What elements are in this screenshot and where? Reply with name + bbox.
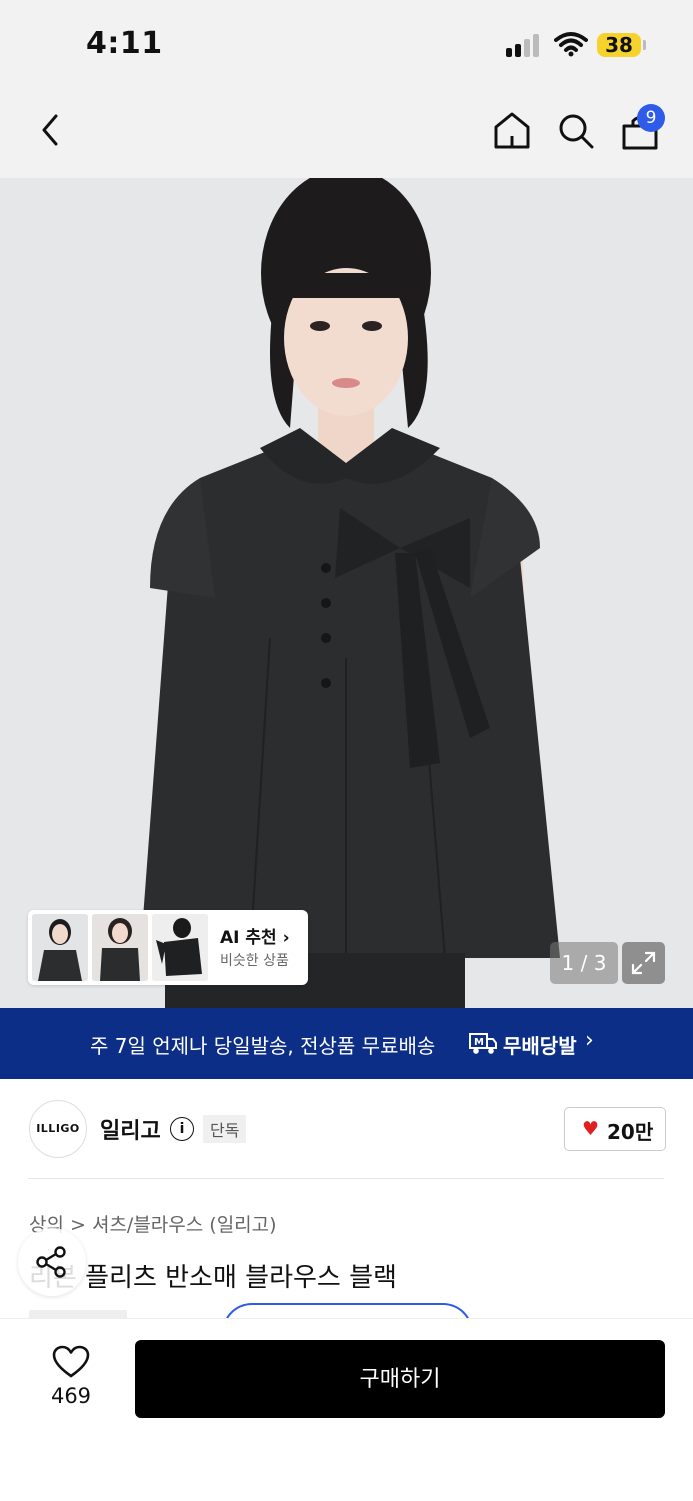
ai-recommendation-card[interactable]: AI 추천 › 비슷한 상품 <box>28 910 308 985</box>
info-icon[interactable]: i <box>170 1117 194 1141</box>
wifi-icon <box>554 32 588 57</box>
delivery-truck-icon: M <box>469 1033 497 1054</box>
buy-button[interactable]: 구매하기 <box>135 1340 665 1418</box>
ai-thumbnail-1[interactable] <box>32 914 88 981</box>
brand-logo[interactable]: ILLIGO <box>29 1100 87 1158</box>
product-image[interactable] <box>0 178 693 1008</box>
wish-count: 469 <box>50 1384 92 1408</box>
exclusive-badge: 단독 <box>203 1115 247 1143</box>
brand-like-count: 20만 <box>607 1120 654 1144</box>
product-photo-illustration <box>0 178 693 1008</box>
brand-like-button[interactable]: ♥ 20만 <box>564 1107 666 1151</box>
share-icon <box>36 1246 66 1278</box>
shipping-banner[interactable]: 주 7일 언제나 당일발송, 전상품 무료배송 M 무배당발 › <box>0 1008 693 1079</box>
status-time: 4:11 <box>86 26 163 61</box>
brand-logo-text: ILLIGO <box>36 1122 80 1135</box>
battery-icon: 38 <box>597 33 641 57</box>
svg-text:M: M <box>474 1037 484 1048</box>
brand-name[interactable]: 일리고 <box>100 1113 161 1145</box>
chevron-right-icon: › <box>585 1028 594 1053</box>
status-bar: 4:11 38 <box>0 0 693 90</box>
ai-card-title: AI 추천 › <box>220 928 290 948</box>
ai-card-subtitle: 비슷한 상품 <box>220 953 289 969</box>
search-icon[interactable] <box>556 111 596 151</box>
expand-icon[interactable] <box>622 942 665 984</box>
banner-logo: 무배당발 <box>503 1034 577 1058</box>
battery-tip <box>643 40 646 50</box>
back-icon[interactable] <box>36 112 66 148</box>
heart-outline-icon[interactable] <box>52 1345 90 1379</box>
image-counter: 1 / 3 <box>550 942 618 984</box>
heart-filled-icon: ♥ <box>582 1118 600 1140</box>
divider <box>28 1178 664 1179</box>
cart-count-badge: 9 <box>637 104 665 132</box>
ai-thumbnail-3[interactable] <box>152 914 208 981</box>
home-icon[interactable] <box>492 110 532 150</box>
banner-text: 주 7일 언제나 당일발송, 전상품 무료배송 <box>90 1034 436 1058</box>
ai-thumbnail-2[interactable] <box>92 914 148 981</box>
share-button[interactable] <box>18 1228 86 1296</box>
cellular-signal-icon <box>506 33 542 57</box>
